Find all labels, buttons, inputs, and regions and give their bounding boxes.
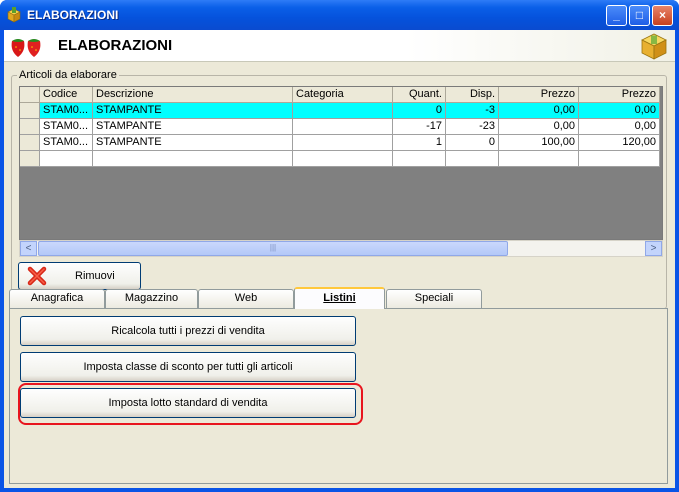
table-cell: STAM0... [40, 103, 93, 119]
table-cell: 0 [393, 103, 446, 119]
table-cell: 0 [446, 135, 499, 151]
column-header[interactable]: Disp. [446, 87, 499, 103]
remove-button[interactable]: Rimuovi [18, 262, 141, 290]
table-row[interactable]: STAM0... STAMPANTE 1 0 100,00 120,00 [20, 135, 662, 151]
articles-groupbox: Articoli da elaborare Codice Descrizione… [11, 69, 667, 309]
table-row[interactable]: STAM0... STAMPANTE 0 -3 0,00 0,00 [20, 103, 662, 119]
grid-corner [20, 87, 40, 103]
scroll-right-button[interactable]: > [645, 241, 662, 256]
column-header[interactable]: Categoria [293, 87, 393, 103]
client-area: ELABORAZIONI Articoli da elaborare Codic… [4, 30, 675, 488]
scrollbar-thumb[interactable]: ||| [38, 241, 508, 256]
table-cell [293, 135, 393, 151]
table-cell: 0,00 [499, 103, 579, 119]
table-cell: 0,00 [579, 119, 660, 135]
scroll-left-button[interactable]: < [20, 241, 37, 256]
table-cell: 0,00 [579, 103, 660, 119]
highlight-annotation [18, 383, 363, 425]
articles-grid[interactable]: Codice Descrizione Categoria Quant. Disp… [19, 86, 663, 240]
table-row[interactable] [20, 151, 662, 167]
minimize-button[interactable]: _ [606, 5, 627, 26]
close-button[interactable]: × [652, 5, 673, 26]
table-cell: -3 [446, 103, 499, 119]
table-cell [40, 151, 93, 167]
tab-web[interactable]: Web [198, 289, 294, 308]
table-cell: 0,00 [499, 119, 579, 135]
set-discount-class-button[interactable]: Imposta classe di sconto per tutti gli a… [20, 352, 356, 382]
table-row[interactable]: STAM0... STAMPANTE -17 -23 0,00 0,00 [20, 119, 662, 135]
row-indicator[interactable] [20, 119, 40, 135]
table-cell: -23 [446, 119, 499, 135]
table-cell: 1 [393, 135, 446, 151]
column-header[interactable]: Codice [40, 87, 93, 103]
table-cell [499, 151, 579, 167]
table-cell [579, 151, 660, 167]
table-cell: STAMPANTE [93, 119, 293, 135]
listini-panel: Ricalcola tutti i prezzi di vendita Impo… [9, 308, 668, 484]
table-cell [393, 151, 446, 167]
row-indicator[interactable] [20, 103, 40, 119]
column-header[interactable]: Prezzo [579, 87, 660, 103]
table-cell [93, 151, 293, 167]
table-cell [446, 151, 499, 167]
table-cell: STAMPANTE [93, 103, 293, 119]
page-header: ELABORAZIONI [4, 30, 675, 62]
row-indicator[interactable] [20, 151, 40, 167]
grid-header: Codice Descrizione Categoria Quant. Disp… [20, 87, 662, 103]
horizontal-scrollbar[interactable]: < ||| > [19, 240, 663, 257]
tab-speciali[interactable]: Speciali [386, 289, 482, 308]
table-cell: 120,00 [579, 135, 660, 151]
row-indicator[interactable] [20, 135, 40, 151]
table-cell: STAM0... [40, 119, 93, 135]
table-cell: -17 [393, 119, 446, 135]
strawberry-icon [11, 39, 41, 57]
red-x-icon [27, 266, 47, 286]
package-icon [7, 7, 21, 23]
table-cell [293, 151, 393, 167]
groupbox-label: Articoli da elaborare [17, 69, 119, 81]
tab-listini[interactable]: Listini [294, 287, 385, 309]
window-title: ELABORAZIONI [27, 8, 119, 22]
page-title: ELABORAZIONI [58, 37, 173, 54]
recalculate-prices-button[interactable]: Ricalcola tutti i prezzi di vendita [20, 316, 356, 346]
column-header[interactable]: Descrizione [93, 87, 293, 103]
table-cell: STAM0... [40, 135, 93, 151]
table-cell: 100,00 [499, 135, 579, 151]
application-window: ELABORAZIONI _ □ × ELABORAZIONI Articoli… [0, 0, 679, 492]
table-cell: STAMPANTE [93, 135, 293, 151]
column-header[interactable]: Prezzo [499, 87, 579, 103]
table-cell [293, 119, 393, 135]
column-header[interactable]: Quant. [393, 87, 446, 103]
table-cell [293, 103, 393, 119]
tab-strip: Anagrafica Magazzino Web Listini Special… [9, 287, 669, 309]
remove-button-label: Rimuovi [75, 270, 115, 282]
title-bar[interactable]: ELABORAZIONI _ □ × [0, 0, 679, 30]
tab-anagrafica[interactable]: Anagrafica [9, 289, 105, 308]
maximize-button[interactable]: □ [629, 5, 650, 26]
package-icon [641, 33, 667, 60]
tab-magazzino[interactable]: Magazzino [105, 289, 198, 308]
